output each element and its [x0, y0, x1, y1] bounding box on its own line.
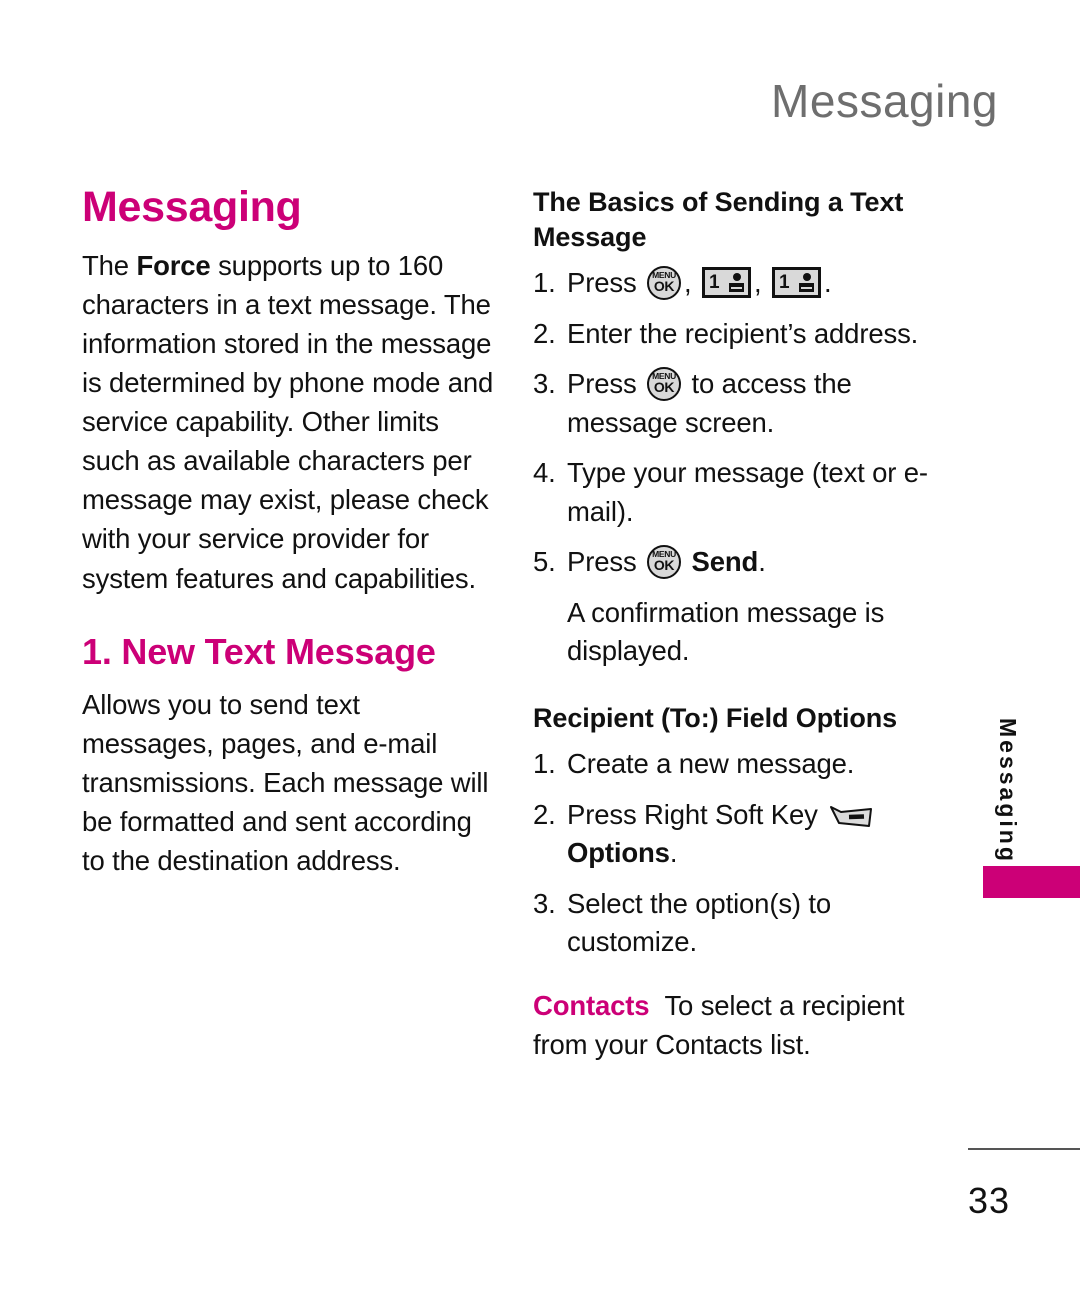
step1-period: . [824, 267, 832, 299]
key-1-digit: 1 [779, 272, 790, 294]
step-number: 1. [533, 267, 556, 299]
basics-confirmation-note: A confirmation message is displayed. [567, 596, 885, 667]
step-number: 2. [533, 798, 556, 830]
step3-press-label: Press [567, 368, 637, 400]
step-number: 5. [533, 546, 556, 578]
step-number: 2. [533, 317, 556, 349]
page-title: Messaging [82, 183, 302, 231]
step-text: Press MENU OK , 1 , 1 . [567, 264, 933, 303]
menu-ok-key-icon: MENU OK [647, 367, 682, 402]
voicemail-glyph [799, 273, 815, 293]
basics-step-2: 2. Enter the recipient’s address. [533, 315, 933, 354]
step1-press-label: Press [567, 267, 637, 299]
subsection-paragraph: Allows you to send text messages, pages,… [82, 689, 489, 877]
basics-step-4: 4. Type your message (text or e-mail). [533, 454, 933, 531]
voicemail-cap [802, 273, 811, 282]
heading-basics-of-sending-text: The Basics of Sending a Text Message [533, 187, 904, 252]
menu-ok-key-icon: MENU OK [647, 545, 682, 580]
step1-comma-2: , [754, 267, 762, 299]
menu-ok-key-icon: MENU OK [647, 266, 682, 301]
step-text: Press MENU OK Send. [567, 543, 933, 582]
step1-comma-1: , [684, 267, 692, 299]
voicemail-cap [732, 273, 741, 282]
running-header-title: Messaging [771, 75, 998, 127]
basics-step-1: 1. Press MENU OK , 1 , 1 . [533, 264, 933, 303]
intro-text-after: supports up to 160 characters in a text … [82, 250, 494, 594]
definition-term: Contacts [533, 989, 650, 1021]
step-text: Create a new message. [567, 748, 855, 780]
key-1-voicemail-icon: 1 [772, 267, 822, 299]
side-tab-marker [983, 866, 1080, 898]
step-text: Enter the recipient’s address. [567, 317, 919, 349]
left-column: Messaging The Force supports up to 160 c… [82, 183, 494, 886]
menu-ok-line2: OK [653, 557, 675, 574]
voicemail-slot [801, 287, 813, 290]
step-number: 3. [533, 887, 556, 919]
intro-paragraph: The Force supports up to 160 characters … [82, 246, 494, 597]
menu-ok-line2: OK [653, 379, 675, 396]
intro-bold-force: Force [136, 250, 211, 282]
key-1-digit: 1 [709, 272, 720, 294]
step-text: Press MENU OK to access the message scre… [567, 365, 933, 442]
page-number: 33 [968, 1180, 1011, 1221]
voicemail-glyph [729, 273, 745, 293]
basics-step-5: 5. Press MENU OK Send. [533, 543, 933, 582]
footer-divider [968, 1148, 1080, 1150]
voicemail-slot [731, 287, 743, 290]
step5-press-label: Press [567, 546, 637, 578]
recipient-step2-label: Press Right Soft Key [567, 798, 818, 830]
intro-text-before: The [82, 250, 137, 282]
step-number: 4. [533, 457, 556, 489]
recipient-step2-period: . [669, 837, 678, 869]
step-number: 1. [533, 748, 556, 780]
recipient-step-3: 3. Select the option(s) to customize. [533, 885, 933, 962]
step-text: Press Right Soft Key Options. [567, 796, 933, 873]
step-number: 3. [533, 368, 556, 400]
side-tab-label: Messaging [995, 718, 1021, 864]
basics-step-3: 3. Press MENU OK to access the message s… [533, 365, 933, 442]
right-column: The Basics of Sending a Text Message 1. … [533, 185, 933, 1064]
step-text: Select the option(s) to customize. [567, 887, 832, 958]
heading-recipient-field-options: Recipient (To:) Field Options [533, 702, 898, 733]
step5-period: . [758, 546, 766, 578]
key-1-voicemail-icon: 1 [702, 267, 752, 299]
recipient-step-2: 2. Press Right Soft Key Options. [533, 796, 933, 873]
subsection-title-new-text-message: 1. New Text Message [82, 630, 436, 672]
definition-contacts: Contacts To select a recipient from your… [533, 986, 933, 1064]
right-soft-key-icon [829, 803, 873, 829]
menu-ok-line2: OK [653, 278, 675, 295]
recipient-step-1: 1. Create a new message. [533, 745, 933, 784]
step5-bold-send: Send [691, 546, 759, 578]
recipient-step2-bold-options: Options [567, 837, 670, 869]
step-text: Type your message (text or e-mail). [567, 457, 928, 527]
